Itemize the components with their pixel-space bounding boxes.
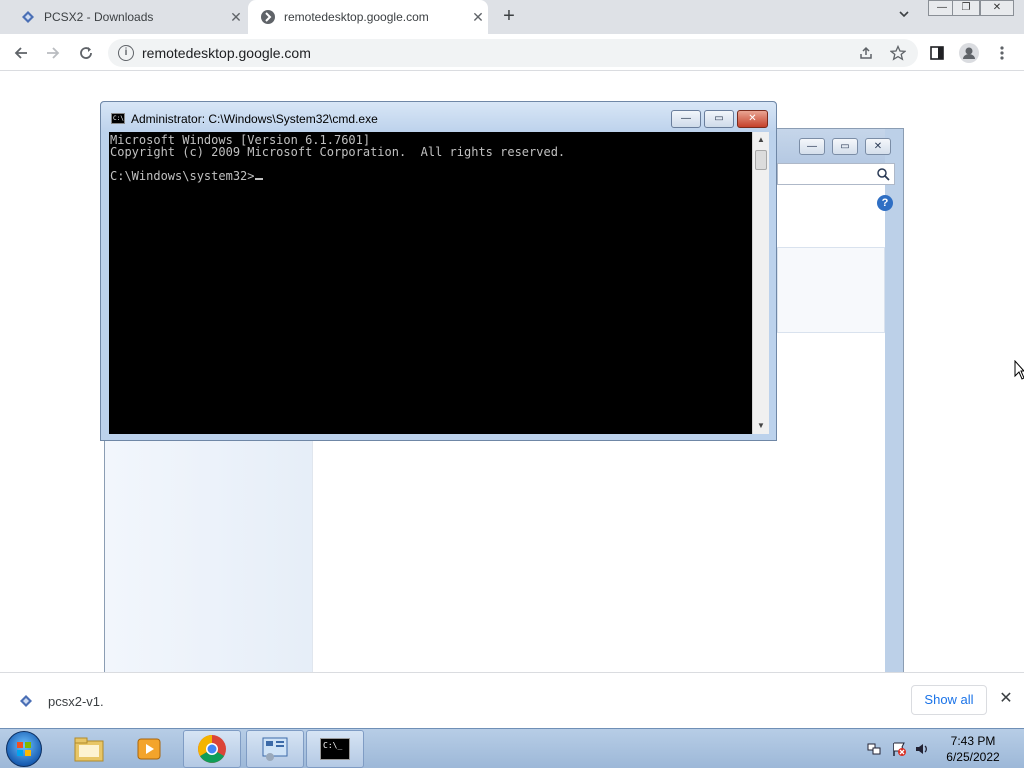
star-icon (890, 45, 906, 61)
explorer-details-panel (777, 247, 885, 333)
clock-time: 7:43 PM (950, 734, 996, 748)
arrow-right-icon (47, 47, 60, 59)
window-close-button[interactable]: ✕ (980, 0, 1014, 16)
show-all-downloads-button[interactable]: Show all (911, 685, 987, 715)
cmd-console[interactable]: Microsoft Windows [Version 6.1.7601] Copy… (109, 132, 752, 434)
scrollbar-thumb[interactable] (755, 150, 767, 170)
console-prompt-line[interactable]: C:\Windows\system32> (110, 170, 751, 182)
tab-close-icon[interactable]: ✕ (226, 7, 246, 27)
close-download-shelf-icon[interactable]: ✕ (996, 689, 1016, 709)
forward-button[interactable] (42, 42, 64, 64)
cmd-window-title: Administrator: C:\Windows\System32\cmd.e… (131, 112, 378, 126)
text-cursor (254, 178, 263, 180)
cmd-app-icon: C:\ (111, 113, 125, 124)
pcsx2-file-icon (20, 695, 32, 707)
share-button[interactable] (855, 42, 877, 64)
explorer-minimize-button[interactable]: — (799, 138, 825, 155)
tab-title: PCSX2 - Downloads (44, 10, 154, 24)
reload-icon (80, 47, 92, 59)
mouse-pointer-icon (1014, 360, 1024, 380)
address-bar[interactable]: i remotedesktop.google.com (108, 39, 918, 67)
console-line: Copyright (c) 2009 Microsoft Corporation… (110, 145, 566, 159)
address-url[interactable]: remotedesktop.google.com (142, 45, 311, 61)
side-panel-button[interactable] (926, 42, 948, 64)
new-tab-button[interactable]: + (498, 6, 520, 28)
scroll-up-arrow-icon[interactable]: ▲ (753, 132, 769, 148)
download-item[interactable]: pcsx2-v1. (18, 693, 104, 709)
arrow-left-icon (14, 47, 27, 59)
taskbar-chrome[interactable] (183, 730, 241, 768)
start-button[interactable] (6, 731, 42, 767)
download-filename: pcsx2-v1. (48, 693, 104, 709)
taskbar-clock[interactable]: 7:43 PM 6/25/2022 (940, 733, 1006, 765)
tab-strip: PCSX2 - Downloads ✕ remotedesktop.google… (0, 0, 1024, 34)
action-center-flag-icon[interactable] (891, 741, 907, 757)
bookmark-star-button[interactable] (887, 42, 909, 64)
explorer-close-button[interactable]: ✕ (865, 138, 891, 155)
site-info-icon[interactable]: i (118, 45, 134, 61)
explorer-search-input[interactable] (777, 163, 895, 185)
taskbar-cmd[interactable]: C:\_ (306, 730, 364, 768)
cmd-close-button[interactable]: ✕ (737, 110, 768, 128)
avatar-icon (959, 43, 979, 63)
browser-toolbar: i remotedesktop.google.com (0, 34, 1024, 71)
tab-search-chevron-down-icon[interactable] (894, 8, 914, 26)
cmd-minimize-button[interactable]: — (671, 110, 701, 128)
cmd-window[interactable]: C:\ Administrator: C:\Windows\System32\c… (100, 101, 777, 441)
media-player-icon (137, 738, 161, 760)
tab-title: remotedesktop.google.com (284, 10, 429, 24)
cmd-taskbar-icon: C:\_ (320, 738, 350, 760)
search-icon (877, 168, 890, 181)
folder-icon (74, 737, 104, 762)
more-menu-button[interactable] (991, 42, 1013, 64)
help-icon[interactable]: ? (877, 195, 893, 211)
profile-button[interactable] (958, 42, 980, 64)
explorer-maximize-button[interactable]: ▭ (832, 138, 858, 155)
cmd-scrollbar[interactable]: ▲ ▼ (752, 132, 769, 434)
explorer-frame (885, 129, 903, 727)
network-icon[interactable] (866, 741, 882, 757)
side-panel-icon (930, 46, 944, 60)
taskbar-control-panel[interactable] (246, 730, 304, 768)
cmd-maximize-button[interactable]: ▭ (704, 110, 734, 128)
download-shelf: pcsx2-v1. Show all ✕ (0, 672, 1024, 728)
windows-logo-icon (17, 742, 31, 756)
tab-close-icon[interactable]: ✕ (468, 7, 488, 27)
pcsx2-favicon-icon (20, 9, 36, 25)
taskbar-media-player[interactable] (120, 730, 178, 768)
console-prompt: C:\Windows\system32> (110, 169, 255, 183)
remote-desktop-favicon-icon (260, 9, 276, 25)
reload-button[interactable] (75, 42, 97, 64)
clock-date: 6/25/2022 (946, 750, 1000, 764)
tab-pcsx2-downloads[interactable]: PCSX2 - Downloads ✕ (8, 0, 246, 34)
tab-remotedesktop[interactable]: remotedesktop.google.com ✕ (248, 0, 488, 34)
volume-icon[interactable] (914, 741, 930, 757)
windows-taskbar: C:\_ 7:43 PM 6/25/2022 (0, 728, 1024, 768)
vertical-dots-icon (1000, 46, 1004, 60)
share-icon (860, 46, 872, 59)
chrome-icon (198, 735, 226, 763)
taskbar-file-explorer[interactable] (60, 730, 118, 768)
back-button[interactable] (10, 42, 32, 64)
control-panel-icon (262, 737, 288, 761)
window-restore-button[interactable]: ❐ (952, 0, 980, 16)
scroll-down-arrow-icon[interactable]: ▼ (753, 418, 769, 434)
cmd-title-bar[interactable]: C:\ Administrator: C:\Windows\System32\c… (101, 102, 776, 132)
